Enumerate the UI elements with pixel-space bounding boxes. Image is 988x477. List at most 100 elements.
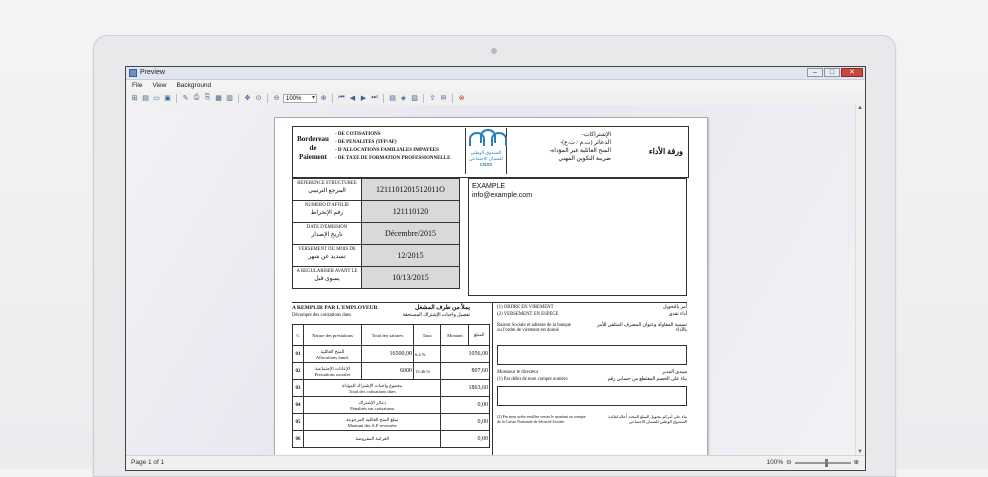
title-bar: Preview – □ ✕ bbox=[126, 67, 865, 80]
ref-value: 121110120 bbox=[362, 201, 459, 222]
logo-text: الصندوق الوطني للضمان الاجتماعي CNSS bbox=[466, 150, 506, 168]
watermark-icon[interactable]: ▧ bbox=[410, 94, 419, 103]
header-ar-item: -الذعائر (ت.م / ت.ع) bbox=[560, 140, 611, 146]
ref-label: VERSEMENT DU MOIS DE تسديد عن شهر bbox=[293, 245, 362, 266]
status-bar: Page 1 of 1 100% ⊖ ⊕ bbox=[126, 455, 865, 470]
scale-icon[interactable]: ▥ bbox=[225, 94, 234, 103]
ref-label: A REGULARISER AVANT LE يسوى قبل bbox=[293, 267, 362, 288]
header-arabic: -الإشتراكات -الذعائر (ت.م / ت.ع) -المنح … bbox=[531, 131, 611, 163]
zoom-level: 100% bbox=[766, 459, 784, 466]
close-preview-icon[interactable]: ⊗ bbox=[457, 94, 466, 103]
table-header: C Nature des prestations Total des salai… bbox=[292, 324, 490, 346]
toolbar-separator bbox=[452, 93, 453, 103]
bordereau-title: Bordereau de Paiement bbox=[297, 135, 329, 161]
address-email: info@example.com bbox=[472, 192, 533, 199]
bank-line: Raison Sociale et adresse de la banque o… bbox=[497, 323, 687, 333]
header-item: - DE COTISATIONS bbox=[335, 132, 381, 137]
ref-label: REFERENCE STRUCTUREE المرجع الترتيبي bbox=[293, 179, 362, 200]
logo-arabic: الصندوق الوطني للضمان الاجتماعي bbox=[469, 150, 503, 161]
zoom-select[interactable]: 100% bbox=[283, 93, 317, 103]
maximize-button[interactable]: □ bbox=[824, 68, 840, 77]
versement-line: (2) VERSEMENT EN ESPECE أداء نقدي bbox=[497, 312, 687, 317]
prev-page-icon[interactable]: ◀ bbox=[348, 94, 357, 103]
color-icon[interactable]: ◈ bbox=[399, 94, 408, 103]
window-controls: – □ ✕ bbox=[807, 68, 863, 77]
zoom-out-icon[interactable]: ⊖ bbox=[272, 94, 281, 103]
table-row: 03 مجموع واجبات الإشتراك المؤداة Total de… bbox=[292, 379, 490, 397]
ref-row: REFERENCE STRUCTUREE المرجع الترتيبي 1211… bbox=[292, 178, 460, 201]
table-row: 04 ذعائر الإشتراك Pénalités sur cotisatio… bbox=[292, 396, 490, 414]
vertical-scrollbar[interactable] bbox=[855, 105, 865, 455]
footer-line: (2) Par mon ordre veuillez verser le mon… bbox=[497, 414, 687, 424]
header-list: - DE COTISATIONS - DE PENALITES (TFP/AF)… bbox=[335, 131, 450, 163]
ref-row: DATE D'EMISSION تاريخ الإصدار Décembre/20… bbox=[292, 223, 460, 245]
toolbar-separator bbox=[423, 93, 424, 103]
section-divider bbox=[292, 302, 687, 303]
header-ar-item: -الإشتراكات bbox=[581, 132, 611, 138]
logo-code: CNSS bbox=[479, 162, 493, 167]
ref-label: NUMERO D'AFFILIE رقم الإنخراط bbox=[293, 201, 362, 222]
address-box: EXAMPLE info@example.com bbox=[468, 178, 687, 296]
account-box bbox=[497, 386, 687, 406]
zoom-in-icon[interactable]: ⊕ bbox=[319, 94, 328, 103]
toolbar-separator bbox=[267, 93, 268, 103]
ref-row: A REGULARISER AVANT LE يسوى قبل 10/13/201… bbox=[292, 267, 460, 289]
zoom-out-icon[interactable]: ⊖ bbox=[786, 456, 791, 470]
table-row: 01 المنح العائلية Allocations famil. 1650… bbox=[292, 345, 490, 363]
camera-dot bbox=[491, 48, 497, 54]
bank-box bbox=[497, 345, 687, 365]
last-page-icon[interactable]: ⏭ bbox=[370, 94, 379, 103]
next-page-icon[interactable]: ▶ bbox=[359, 94, 368, 103]
minimize-button[interactable]: – bbox=[807, 68, 823, 77]
toolbar-separator bbox=[238, 93, 239, 103]
header-item: - DE PENALITES (TFP/AF) bbox=[335, 140, 397, 145]
contributions-table: C Nature des prestations Total des salai… bbox=[292, 324, 490, 448]
magnifier-icon[interactable]: ⊙ bbox=[254, 94, 263, 103]
close-button[interactable]: ✕ bbox=[841, 68, 863, 77]
employer-title: A REMPLIR PAR L'EMPLOYEUR يملأ من طرف ال… bbox=[292, 305, 470, 311]
first-page-icon[interactable]: ⏮ bbox=[337, 94, 346, 103]
ref-label: DATE D'EMISSION تاريخ الإصدار bbox=[293, 223, 362, 244]
toolbar-separator bbox=[383, 93, 384, 103]
email-icon[interactable]: ✉ bbox=[439, 94, 448, 103]
toolbar-separator bbox=[332, 93, 333, 103]
address-name: EXAMPLE bbox=[472, 183, 506, 190]
zoom-in-icon[interactable]: ⊕ bbox=[854, 456, 859, 470]
reference-block: REFERENCE STRUCTUREE المرجع الترتيبي 1211… bbox=[292, 178, 460, 289]
window-title: Preview bbox=[140, 69, 165, 76]
open-icon[interactable]: ▭ bbox=[152, 94, 161, 103]
menu-file[interactable]: File bbox=[132, 80, 142, 91]
debit-line: (1) Par débit de mon compte numéro بناء ع… bbox=[497, 377, 687, 382]
column-divider bbox=[492, 302, 493, 458]
menu-background[interactable]: Background bbox=[176, 80, 211, 91]
print-icon[interactable]: ⎙ bbox=[192, 94, 201, 103]
zoom-slider[interactable] bbox=[794, 459, 851, 467]
hand-tool-icon[interactable]: ✥ bbox=[243, 94, 252, 103]
employer-subtitle: Décompte des cotisations dues تفصيل واجب… bbox=[292, 313, 470, 318]
page-setup-icon[interactable]: ▦ bbox=[214, 94, 223, 103]
multipage-icon[interactable]: ▤ bbox=[388, 94, 397, 103]
page-info: Page 1 of 1 bbox=[131, 459, 165, 466]
edit-icon[interactable]: ✎ bbox=[181, 94, 190, 103]
logo-arc bbox=[491, 132, 507, 146]
find-icon[interactable]: ⊞ bbox=[130, 94, 139, 103]
table-row: 02 الإعانات الإجتماعية Prestations social… bbox=[292, 362, 490, 380]
print-setup-icon[interactable]: ▤ bbox=[141, 94, 150, 103]
quick-print-icon[interactable]: ⎘ bbox=[203, 94, 212, 103]
ordre-line: (1) ORDRE EN VIREMENT أمر بالتحويل bbox=[497, 305, 687, 310]
document-viewer[interactable]: Bordereau de Paiement - DE COTISATIONS -… bbox=[126, 105, 865, 459]
header-ar-item: -المنح العائلية غير المؤداة bbox=[549, 148, 611, 154]
export-icon[interactable]: ⇪ bbox=[428, 94, 437, 103]
ref-row: VERSEMENT DU MOIS DE تسديد عن شهر 12/2015 bbox=[292, 245, 460, 267]
ref-value: Décembre/2015 bbox=[362, 223, 459, 244]
cnss-logo: الصندوق الوطني للضمان الاجتماعي CNSS bbox=[465, 128, 507, 174]
employer-section: A REMPLIR PAR L'EMPLOYEUR يملأ من طرف ال… bbox=[292, 305, 490, 448]
document-header: Bordereau de Paiement - DE COTISATIONS -… bbox=[292, 126, 689, 178]
toolbar: ⊞ ▤ ▭ ▣ ✎ ⎙ ⎘ ▦ ▥ ✥ ⊙ ⊖ 100% ⊕ ⏮ ◀ ▶ ⏭ ▤… bbox=[126, 91, 865, 106]
save-icon[interactable]: ▣ bbox=[163, 94, 172, 103]
ref-value: 10/13/2015 bbox=[362, 267, 459, 288]
header-ar-item: ضريبة التكوين المهني bbox=[558, 156, 611, 162]
menu-view[interactable]: View bbox=[152, 80, 166, 91]
document-page: Bordereau de Paiement - DE COTISATIONS -… bbox=[274, 117, 708, 459]
ref-value: 1211101201512011O bbox=[362, 179, 459, 200]
